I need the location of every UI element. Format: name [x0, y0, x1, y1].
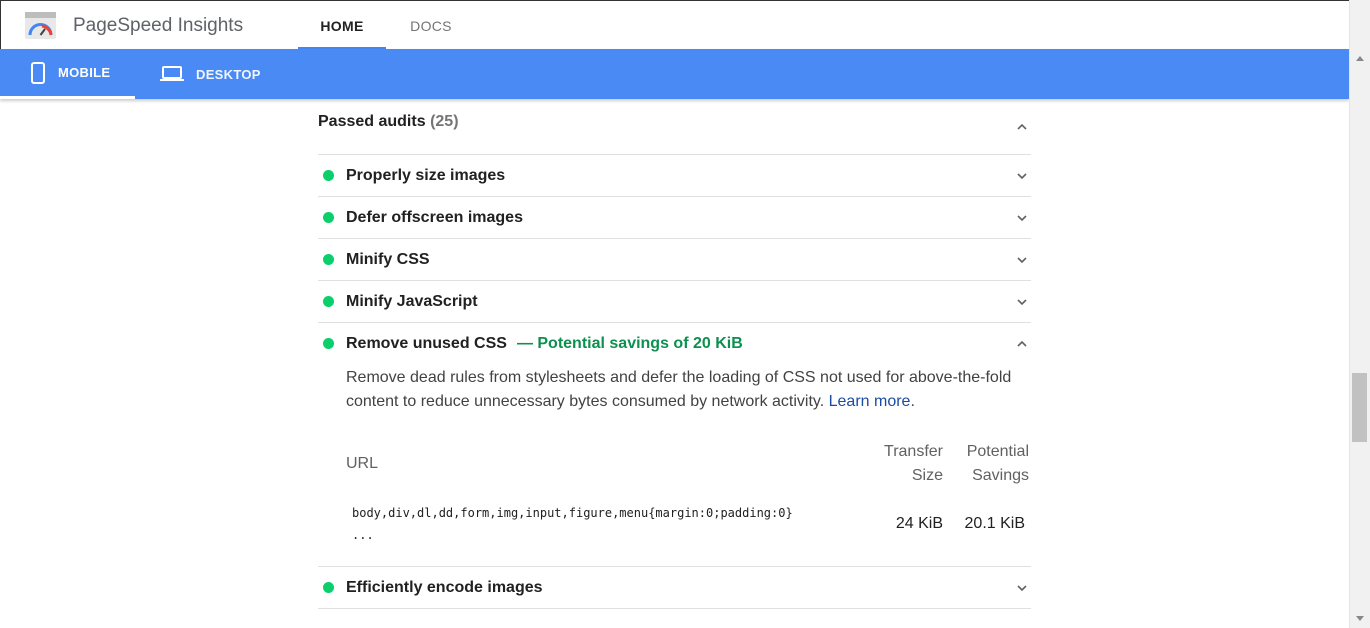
audit-item: Minify JavaScript [318, 281, 1031, 323]
pass-status-dot [323, 254, 334, 265]
audit-description: Remove dead rules from stylesheets and d… [346, 369, 1012, 410]
pass-status-dot [323, 170, 334, 181]
transfer-size-cell: 24 KiB [895, 515, 943, 532]
passed-audits-title: Passed audits [318, 112, 426, 130]
section-title: Passed audits (25) [318, 113, 459, 131]
audit-title: Properly size images [346, 166, 506, 184]
audit-item: Efficiently encode images [318, 567, 1031, 609]
audit-title: Minify JavaScript [346, 292, 478, 310]
passed-audits-count: (25) [430, 112, 459, 130]
pass-status-dot [323, 296, 334, 307]
pass-status-dot [323, 338, 334, 349]
audit-row-defer-offscreen-images[interactable]: Defer offscreen images [318, 197, 1031, 238]
description-text: Remove dead rules from stylesheets and d… [346, 369, 1012, 410]
audit-item: Properly size images [318, 155, 1031, 197]
chevron-up-icon[interactable] [1015, 337, 1029, 351]
audit-title: Efficiently encode images [346, 578, 543, 596]
table-row: body,div,dl,dd,form,img,input,figure,men… [346, 502, 1031, 546]
url-code-ellipsis: ... [352, 528, 374, 542]
vertical-scrollbar[interactable] [1349, 0, 1370, 628]
url-cell: body,div,dl,dd,form,img,input,figure,men… [346, 502, 873, 546]
scrollbar-thumb[interactable] [1352, 373, 1367, 442]
chevron-down-icon[interactable] [1015, 169, 1029, 183]
app-title: PageSpeed Insights [73, 15, 244, 36]
chevron-down-icon[interactable] [1015, 295, 1029, 309]
pass-status-dot [323, 582, 334, 593]
column-header-transfer-size: Transfer Size [884, 443, 943, 484]
tab-docs[interactable]: DOCS [391, 1, 471, 50]
tab-home[interactable]: HOME [298, 1, 386, 50]
audit-item: Minify CSS [318, 239, 1031, 281]
chevron-down-icon[interactable] [1015, 581, 1029, 595]
passed-audits-header[interactable]: Passed audits (25) [318, 99, 1031, 155]
url-code-line: body,div,dl,dd,form,img,input,figure,men… [352, 506, 793, 520]
audit-title: Minify CSS [346, 250, 430, 268]
learn-more-link[interactable]: Learn more [829, 393, 911, 410]
chevron-down-icon[interactable] [1015, 211, 1029, 225]
audit-details: Remove dead rules from stylesheets and d… [318, 366, 1031, 566]
device-tab-bar: MOBILE DESKTOP [0, 49, 1349, 99]
details-table-header: URL Transfer Size Potential Savings [346, 440, 1031, 496]
potential-savings-cell: 20.1 KiB [964, 515, 1025, 532]
audit-row-minify-javascript[interactable]: Minify JavaScript [318, 281, 1031, 322]
potential-savings: — Potential savings of 20 KiB [516, 334, 743, 352]
audit-row-efficiently-encode-images[interactable]: Efficiently encode images [318, 567, 1031, 608]
audit-title: Defer offscreen images [346, 208, 523, 226]
audit-item-expanded: Remove unused CSS — Potential savings of… [318, 323, 1031, 567]
pass-status-dot [323, 212, 334, 223]
audit-item: Defer offscreen images [318, 197, 1031, 239]
pagespeed-gauge-icon[interactable] [25, 12, 56, 39]
tab-desktop[interactable]: DESKTOP [160, 49, 280, 99]
phone-icon [31, 61, 45, 84]
audit-title: Remove unused CSS [346, 334, 507, 352]
scroll-up-arrow-icon[interactable] [1356, 56, 1364, 61]
tab-mobile[interactable]: MOBILE [0, 49, 135, 99]
passed-audits-panel: Passed audits (25) Properly size images … [318, 99, 1031, 609]
chevron-up-icon[interactable] [1015, 120, 1029, 134]
scroll-down-arrow-icon[interactable] [1356, 616, 1364, 621]
column-header-potential-savings: Potential Savings [966, 443, 1029, 484]
top-app-bar: PageSpeed Insights HOME DOCS [0, 0, 1349, 50]
column-header-url: URL [346, 455, 379, 472]
audit-row-properly-size-images[interactable]: Properly size images [318, 155, 1031, 196]
audit-row-remove-unused-css[interactable]: Remove unused CSS — Potential savings of… [318, 323, 1031, 364]
audit-row-minify-css[interactable]: Minify CSS [318, 239, 1031, 280]
tab-desktop-label: DESKTOP [196, 66, 261, 82]
chevron-down-icon[interactable] [1015, 253, 1029, 267]
laptop-icon [160, 66, 184, 81]
tab-mobile-label: MOBILE [58, 65, 111, 80]
